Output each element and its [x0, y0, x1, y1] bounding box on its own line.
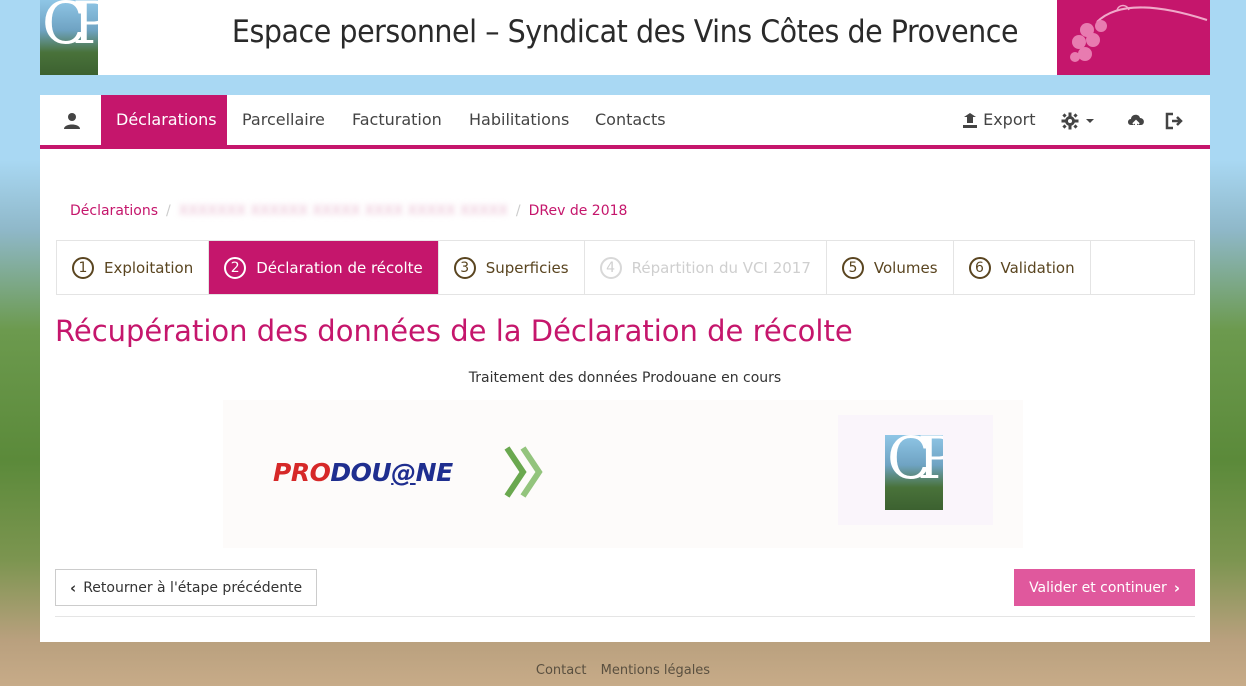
step-number: 6	[968, 256, 991, 279]
step-tabs: 1 Exploitation 2 Déclaration de récolte …	[56, 240, 1195, 295]
breadcrumb-separator: /	[515, 203, 521, 219]
prodouane-transfer-illustration: PRODOU@NE CP	[223, 400, 1023, 548]
logout-icon	[1165, 112, 1183, 129]
cp-logo-text: CP	[887, 435, 943, 492]
main-navbar: Déclarations Parcellaire Facturation Hab…	[40, 95, 1210, 149]
step-number: 4	[599, 256, 622, 279]
breadcrumb-current[interactable]: DRev de 2018	[529, 203, 628, 219]
export-icon	[963, 112, 977, 128]
grape-icon	[1070, 4, 1208, 62]
step-number: 2	[224, 256, 247, 279]
prodouane-logo-part: DOU	[330, 458, 392, 487]
nav-contacts[interactable]: Contacts	[580, 95, 681, 145]
step-validation[interactable]: 6 Validation	[954, 241, 1091, 294]
nav-export-label: Export	[983, 110, 1036, 129]
breadcrumb-separator: /	[166, 203, 171, 219]
main-panel: Déclarations / XXXXXXX XXXXXX XXXXX XXXX X…	[40, 149, 1210, 642]
prodouane-logo-part: NE	[415, 458, 454, 487]
step-label: Validation	[1000, 258, 1075, 277]
divider	[55, 616, 1195, 617]
validate-continue-label: Valider et continuer	[1029, 579, 1167, 596]
previous-step-button[interactable]: ‹ Retourner à l'étape précédente	[55, 569, 318, 606]
breadcrumb-operator[interactable]: XXXXXXX XXXXXX XXXXX XXXX XXXXX XXXXX	[179, 203, 508, 219]
nav-facturation[interactable]: Facturation	[337, 95, 457, 145]
cp-logo: CP	[885, 435, 943, 510]
nav-parcellaire[interactable]: Parcellaire	[227, 95, 340, 145]
footer-contact-link[interactable]: Contact	[536, 663, 587, 678]
breadcrumb: Déclarations / XXXXXXX XXXXXX XXXXX XXXX X…	[70, 203, 627, 219]
step-label: Volumes	[873, 258, 938, 277]
nav-declarations[interactable]: Déclarations	[101, 95, 227, 145]
nav-export[interactable]: Export	[947, 95, 1050, 145]
double-chevron-right-icon	[504, 446, 543, 498]
step-number: 1	[72, 256, 94, 279]
target-logo-frame: CP	[838, 415, 993, 525]
chevron-right-icon: ›	[1173, 578, 1180, 597]
user-icon	[64, 112, 80, 129]
processing-status: Traitement des données Prodouane en cour…	[468, 370, 782, 386]
chevron-down-icon	[1086, 118, 1095, 123]
step-superficies[interactable]: 3 Superficies	[439, 241, 585, 294]
step-volumes[interactable]: 5 Volumes	[827, 241, 954, 294]
step-number: 5	[841, 256, 864, 279]
page-title: Récupération des données de la Déclarati…	[55, 314, 853, 348]
prodouane-logo: PRODOU@NE	[273, 458, 453, 487]
grape-logo	[1057, 0, 1210, 75]
step-number: 3	[453, 256, 476, 279]
footer-legal-link[interactable]: Mentions légales	[601, 663, 710, 678]
step-repartition-vci: 4 Répartition du VCI 2017	[585, 241, 827, 294]
step-label: Déclaration de récolte	[256, 258, 423, 277]
breadcrumb-home[interactable]: Déclarations	[70, 203, 158, 219]
step-label: Exploitation	[104, 258, 194, 277]
nav-settings[interactable]	[1046, 95, 1109, 145]
site-title: Espace personnel – Syndicat des Vins Côt…	[231, 14, 1019, 50]
cloud-upload-icon	[1128, 114, 1144, 129]
nav-logout[interactable]	[1149, 95, 1199, 145]
nav-habilitations[interactable]: Habilitations	[454, 95, 584, 145]
footer: Contact Mentions légales	[0, 663, 1246, 678]
prodouane-logo-at: @	[391, 458, 416, 487]
nav-profile[interactable]	[63, 95, 93, 145]
step-exploitation[interactable]: 1 Exploitation	[57, 241, 210, 294]
chevron-left-icon: ‹	[70, 578, 77, 597]
gear-icon	[1061, 112, 1079, 129]
step-label: Superficies	[485, 258, 569, 277]
header-banner: CP Espace personnel – Syndicat des Vins …	[40, 0, 1210, 75]
validate-continue-button[interactable]: Valider et continuer ›	[1014, 569, 1195, 606]
step-label: Répartition du VCI 2017	[631, 258, 811, 277]
previous-step-label: Retourner à l'étape précédente	[83, 579, 303, 596]
step-declaration-recolte[interactable]: 2 Déclaration de récolte	[209, 241, 439, 294]
prodouane-logo-part: PRO	[273, 458, 331, 487]
